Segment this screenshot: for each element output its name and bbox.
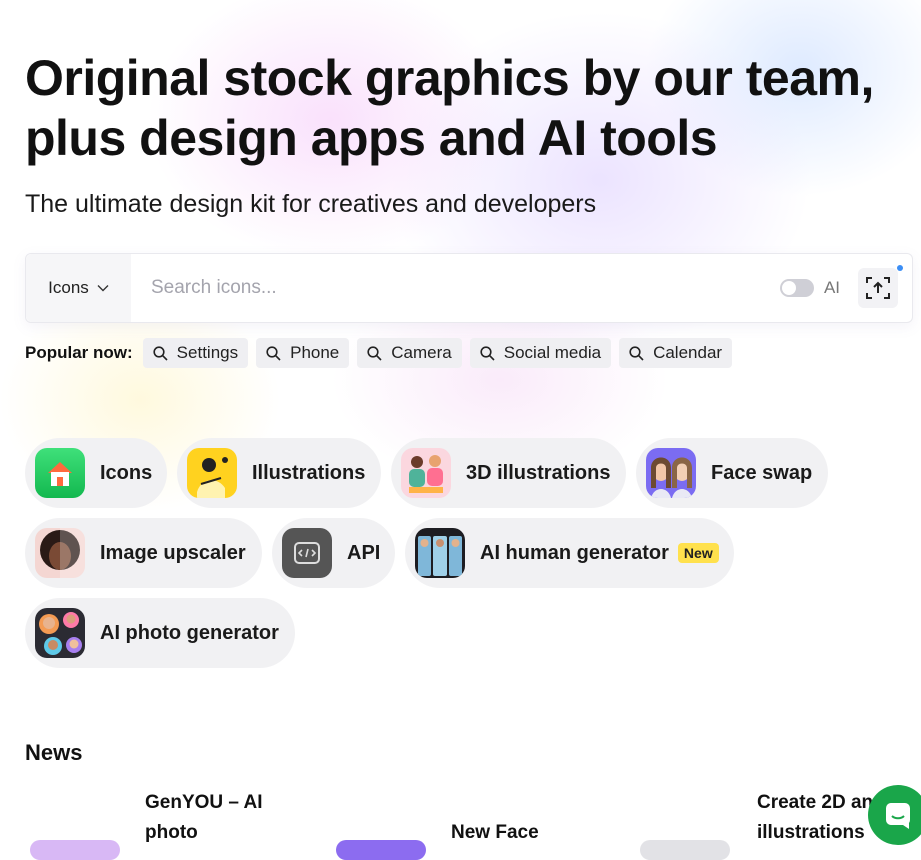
- category-label: AI human generator: [480, 541, 669, 564]
- category-label: Icons: [100, 461, 153, 484]
- page-subtitle: The ultimate design kit for creatives an…: [25, 190, 597, 218]
- search-type-dropdown[interactable]: Icons: [26, 254, 131, 322]
- headline-line-2: plus design apps and AI tools: [25, 110, 718, 166]
- category-3d-illustrations[interactable]: 3D illustrations: [391, 438, 626, 508]
- category-label: 3D illustrations: [466, 461, 611, 484]
- category-api[interactable]: API: [272, 518, 395, 588]
- search-icon: [266, 345, 281, 361]
- search-icon: [629, 345, 644, 361]
- popular-searches: Popular now: Settings Phone Camera Socia…: [25, 338, 733, 368]
- chip-label: Camera: [391, 343, 452, 362]
- category-image-upscaler[interactable]: Image upscaler: [25, 518, 262, 588]
- ai-toggle-label: AI: [823, 278, 840, 297]
- notification-dot: [897, 265, 903, 271]
- popular-chip-camera[interactable]: Camera: [357, 338, 462, 368]
- news-thumbnail[interactable]: [640, 840, 730, 860]
- chevron-down-icon: [97, 285, 109, 292]
- category-illustrations[interactable]: Illustrations: [177, 438, 381, 508]
- news-item-genyou[interactable]: GenYOU – AI photo: [145, 788, 295, 848]
- category-ai-human-generator[interactable]: AI human generator New: [405, 518, 734, 588]
- news-item-title: GenYOU – AI photo: [145, 792, 263, 843]
- chip-label: Phone: [290, 343, 340, 362]
- chat-icon: [886, 803, 910, 829]
- face-swap-thumbnail: [646, 448, 696, 498]
- news-item-face[interactable]: New Face: [451, 818, 601, 848]
- news-thumbnail[interactable]: [336, 840, 426, 860]
- upload-image-icon: [866, 277, 890, 299]
- code-icon: [282, 528, 332, 578]
- illustration-thumbnail: [187, 448, 237, 498]
- chip-label: Calendar: [653, 343, 723, 362]
- popular-chip-phone[interactable]: Phone: [256, 338, 350, 368]
- headline-line-1: Original stock graphics by our team,: [25, 50, 874, 106]
- image-search-upload-button[interactable]: [858, 265, 903, 308]
- category-ai-photo-generator[interactable]: AI photo generator: [25, 598, 295, 668]
- popular-chip-social-media[interactable]: Social media: [469, 338, 612, 368]
- ai-photo-thumbnail: [35, 608, 85, 658]
- 3d-illustration-thumbnail: [401, 448, 451, 498]
- category-label: Illustrations: [252, 461, 366, 484]
- new-badge: New: [677, 543, 719, 563]
- ai-toggle-switch[interactable]: [779, 279, 814, 297]
- popular-label: Popular now:: [25, 343, 133, 362]
- search-bar: Icons AI: [25, 253, 913, 323]
- category-label: API: [347, 541, 381, 564]
- category-icons[interactable]: Icons: [25, 438, 167, 508]
- news-item-title: New Face: [451, 822, 539, 843]
- image-upscaler-thumbnail: [35, 528, 85, 578]
- search-input[interactable]: [131, 254, 780, 322]
- category-label: Image upscaler: [100, 541, 246, 564]
- ai-toggle[interactable]: AI: [779, 278, 840, 298]
- category-label: Face swap: [711, 461, 813, 484]
- news-heading: News: [25, 740, 83, 765]
- page-headline: Original stock graphics by our team, plu…: [25, 48, 921, 168]
- chip-label: Settings: [176, 343, 239, 362]
- category-face-swap[interactable]: Face swap: [636, 438, 828, 508]
- search-type-label: Icons: [48, 278, 89, 297]
- home-icon: [35, 448, 85, 498]
- search-icon: [367, 345, 382, 361]
- popular-chip-calendar[interactable]: Calendar: [619, 338, 733, 368]
- category-label: AI photo generator: [100, 621, 279, 644]
- chat-support-button[interactable]: [868, 785, 921, 845]
- category-links: Icons Illustrations 3D illustrations Fac…: [25, 438, 905, 678]
- search-icon: [480, 345, 495, 361]
- search-icon: [153, 345, 168, 361]
- chip-label: Social media: [503, 343, 602, 362]
- news-thumbnail[interactable]: [30, 840, 120, 860]
- popular-chip-settings[interactable]: Settings: [142, 338, 249, 368]
- ai-human-thumbnail: [415, 528, 465, 578]
